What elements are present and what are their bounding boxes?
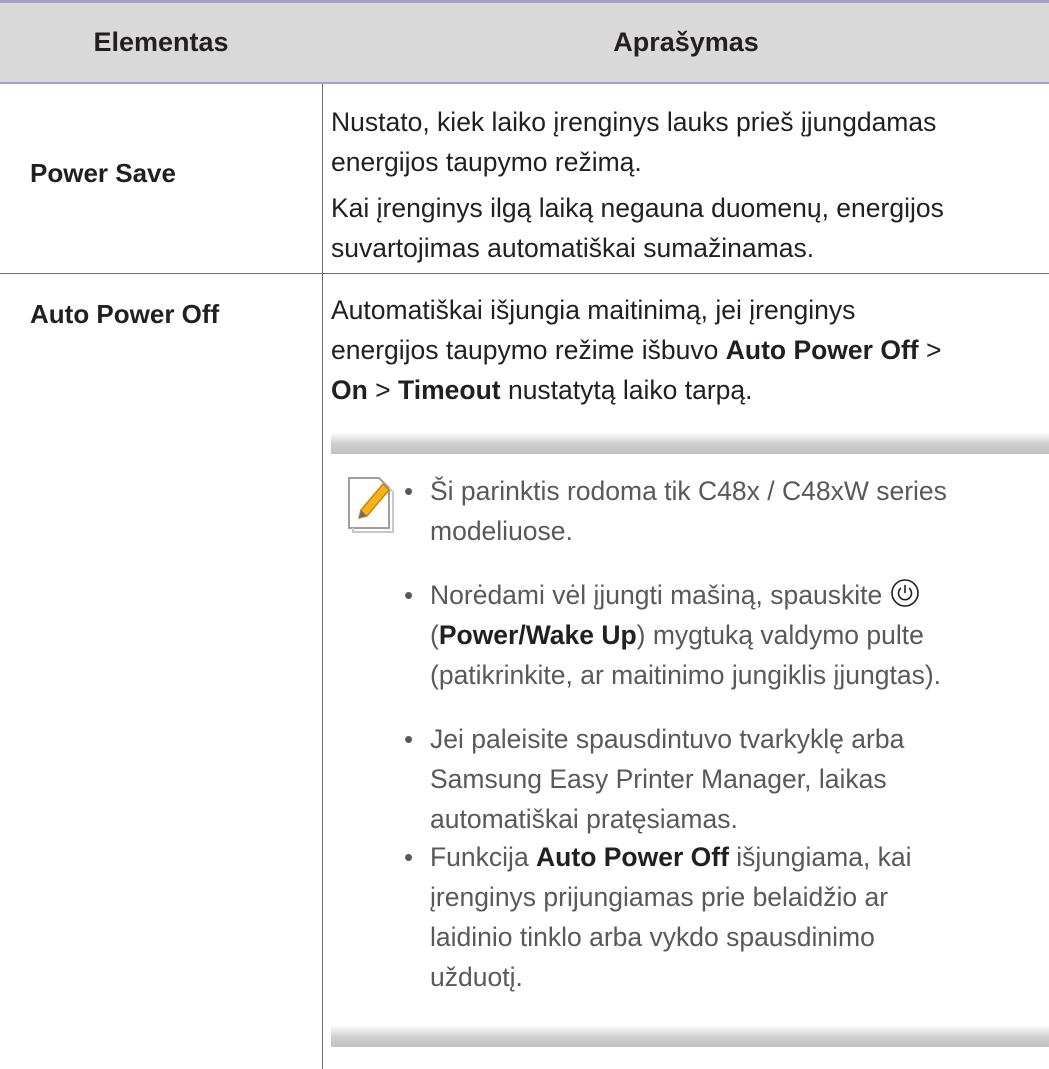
text-span: išjungiama, kai xyxy=(728,842,912,872)
text-span: Norėdami vėl įjungti mašiną, spauskite xyxy=(430,580,890,610)
header-description: Aprašymas xyxy=(613,27,759,57)
power-save-description-2: Kai įrenginys ilgą laiką negauna duomenų… xyxy=(331,188,1041,268)
text-line: Ši parinktis rodoma tik C48x / C48xW ser… xyxy=(430,476,947,506)
text-line: Funkcija Auto Power Off išjungiama, kai xyxy=(430,837,1049,877)
power-icon xyxy=(890,579,919,607)
text-span: ) mygtuką valdymo pulte xyxy=(636,620,924,650)
bullet: • xyxy=(404,724,414,754)
settings-table: Elementas Aprašymas Power Save Nustato, … xyxy=(0,0,1049,1069)
item-auto-power-off: Auto Power Off xyxy=(30,299,220,329)
text-span: Funkcija xyxy=(430,842,537,872)
text-span: ( xyxy=(430,620,439,650)
text-line: Automatiškai išjungia maitinimą, jei įre… xyxy=(331,295,856,325)
power-save-description-1: Nustato, kiek laiko įrenginys lauks prie… xyxy=(331,102,1041,182)
note-item-1: • Ši parinktis rodoma tik C48x / C48xW s… xyxy=(404,471,1049,551)
text-line: laidinio tinklo arba vykdo spausdinimo xyxy=(430,922,875,952)
text-line: On > Timeout nustatytą laiko tarpą. xyxy=(331,370,1041,410)
bullet: • xyxy=(404,580,414,610)
text-line: Samsung Easy Printer Manager, laikas xyxy=(430,764,887,794)
note-bottom-bar xyxy=(331,1025,1049,1047)
text-line: energijos taupymo režimą. xyxy=(331,147,642,177)
auto-power-off-label: Auto Power Off xyxy=(536,842,729,872)
note-item-2: • Norėdami vėl įjungti mašiną, spauskite… xyxy=(404,575,1049,695)
text-span: energijos taupymo režime išbuvo xyxy=(331,335,726,365)
note-item-3: • Jei paleisite spausdintuvo tvarkyklę a… xyxy=(404,719,1049,839)
menu-path-timeout: Timeout xyxy=(398,375,501,405)
bullet: • xyxy=(404,842,414,872)
text-line: Kai įrenginys ilgą laiką negauna duomenų… xyxy=(331,193,944,223)
text-span: > xyxy=(367,375,399,405)
text-line: suvartojimas automatiškai sumažinamas. xyxy=(331,233,815,263)
item-power-save: Power Save xyxy=(30,158,176,188)
header-item: Elementas xyxy=(93,27,229,57)
note-box: • Ši parinktis rodoma tik C48x / C48xW s… xyxy=(331,432,1049,1047)
note-top-bar xyxy=(331,432,1049,454)
text-line: automatiškai pratęsiamas. xyxy=(430,804,738,834)
text-line: užduotį. xyxy=(430,962,523,992)
table-header: Elementas Aprašymas xyxy=(0,3,1049,84)
menu-path-on: On xyxy=(331,375,368,405)
text-line: įrenginys prijungiamas prie belaidžio ar xyxy=(430,882,889,912)
menu-path-auto-power-off: Auto Power Off xyxy=(725,335,919,365)
note-item-4: • Funkcija Auto Power Off išjungiama, ka… xyxy=(404,837,1049,997)
text-line: modeliuose. xyxy=(430,516,573,546)
bullet: • xyxy=(404,476,414,506)
power-wake-up-label: Power/Wake Up xyxy=(438,620,637,650)
column-divider xyxy=(322,84,323,1069)
text-line: Nustato, kiek laiko įrenginys lauks prie… xyxy=(331,107,937,137)
auto-power-off-description: Automatiškai išjungia maitinimą, jei įre… xyxy=(331,290,1041,410)
note-pencil-icon xyxy=(348,477,394,533)
text-line: Jei paleisite spausdintuvo tvarkyklę arb… xyxy=(430,724,905,754)
text-span: > xyxy=(918,335,942,365)
text-span: nustatytą laiko tarpą. xyxy=(500,375,753,405)
text-line: energijos taupymo režime išbuvo Auto Pow… xyxy=(331,330,1041,370)
row-separator xyxy=(0,273,1049,274)
text-line: (Power/Wake Up) mygtuką valdymo pulte xyxy=(430,615,1049,655)
text-line: Norėdami vėl įjungti mašiną, spauskite xyxy=(430,575,1049,615)
text-line: (patikrinkite, ar maitinimo jungiklis įj… xyxy=(430,660,942,690)
